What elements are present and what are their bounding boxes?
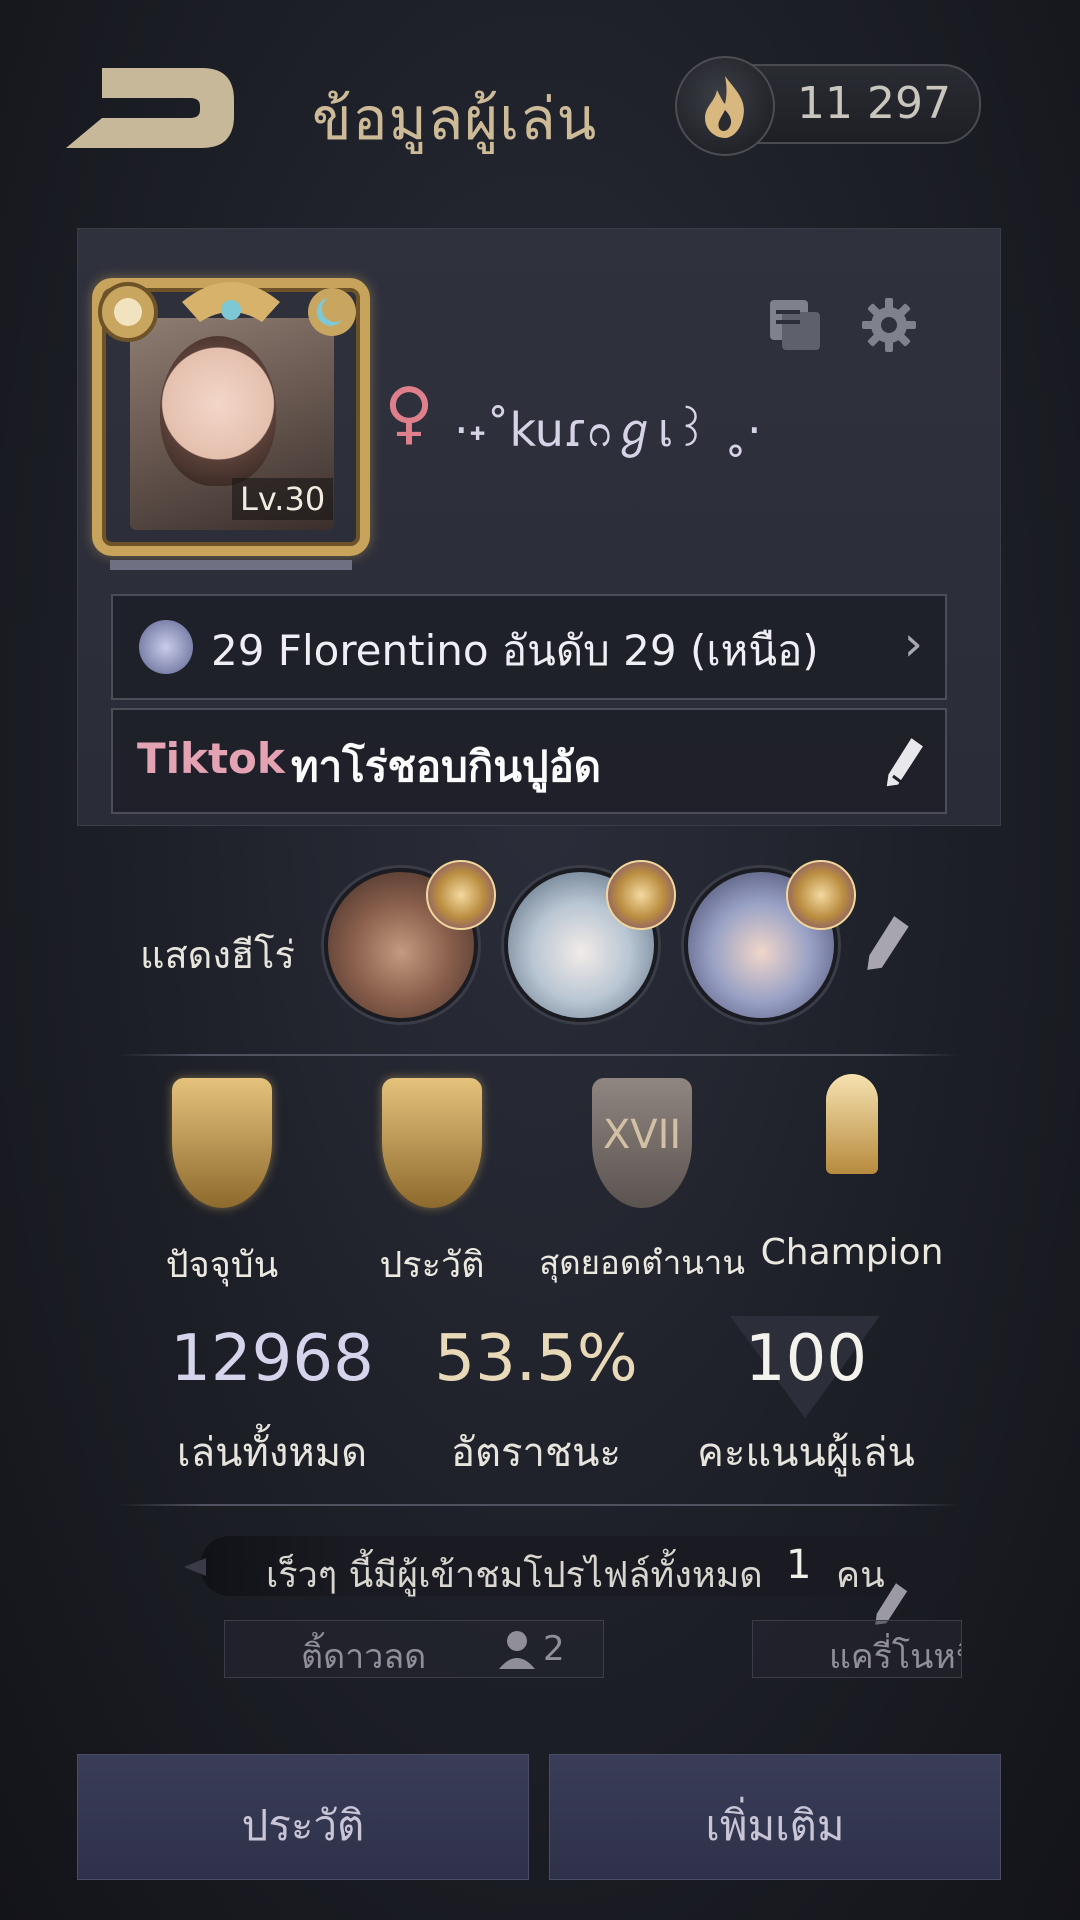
pencil-icon[interactable] [881,732,931,792]
badge-history[interactable] [362,1068,502,1208]
stat-player-score: 100 [744,1322,868,1396]
shield-icon [172,1078,272,1208]
more-button[interactable]: เพิ่มเติม [549,1754,1001,1880]
rank-text: 29 Florentino อันดับ 29 (เหนือ) [211,626,819,675]
crown-ornament-icon [98,282,356,342]
card-list-button[interactable] [766,296,824,354]
back-arrow-icon [66,68,234,148]
page-title: ข้อมูลผู้เล่น [312,85,598,153]
signature-row[interactable]: Tiktok ทาโร่ชอบกินปูอัด [111,708,947,814]
divider [118,1054,960,1056]
gender-female-icon: ♀ [384,374,434,453]
badge-label: ปัจจุบัน [165,1245,279,1286]
heroes-label: แสดงฮีโร่ [140,933,295,977]
edit-heroes-button[interactable] [862,912,916,974]
badge-champion[interactable] [782,1068,922,1208]
settings-button[interactable] [860,296,918,354]
badge-roman-numeral: XVII [602,1112,682,1158]
card-list-icon [770,300,820,350]
badge-legend[interactable]: XVII [572,1068,712,1208]
back-button[interactable] [62,58,242,158]
signature-tag: Tiktok [137,734,285,783]
badge-label: สุดยอดตำนาน [539,1243,745,1282]
hero-crest-icon [786,860,856,930]
rank-emblem-icon [139,620,193,674]
badge-label: ประวัติ [379,1245,485,1286]
history-button[interactable]: ประวัติ [77,1754,529,1880]
stat-win-rate: 53.5% [434,1322,638,1396]
badge-label: Champion [760,1232,944,1273]
flame-icon [675,56,775,156]
player-level: Lv.30 [232,478,334,520]
stat-total-games: 12968 [170,1322,374,1396]
hero-crest-icon [606,860,676,930]
tab-label: ติ้ดาวลด [301,1637,427,1677]
history-button-label: ประวัติ [241,1801,365,1850]
currency-display[interactable]: 11 297 [675,56,981,156]
trophy-icon [826,1074,878,1174]
stat-label: เล่นทั้งหมด [176,1430,368,1476]
hero-crest-icon [426,860,496,930]
divider [118,1504,960,1506]
shield-icon [382,1078,482,1208]
currency-value: 11 297 [797,78,951,129]
more-button-label: เพิ่มเติม [705,1801,845,1850]
hero-portrait-3[interactable] [684,860,856,1022]
visitors-count: 1 [786,1542,812,1588]
tab-count: 2 [543,1629,565,1669]
profile-tab-2[interactable]: แครี่โนหนิ [752,1620,962,1678]
tab-label: แครี่โนหนิ [829,1637,961,1677]
stat-label: อัตราชนะ [451,1430,621,1476]
arrow-left-icon [178,1552,208,1582]
player-nickname: ·˖˚kuɾᦅℊเ꒱ ˳· [454,403,762,457]
user-icon [495,1627,539,1671]
gear-icon [862,298,916,352]
pencil-icon [867,916,909,970]
profile-tab-1[interactable]: ติ้ดาวลด 2 [224,1620,604,1678]
avatar-underline [110,560,352,570]
stat-label: คะแนนผู้เล่น [697,1430,915,1476]
rank-row[interactable]: 29 Florentino อันดับ 29 (เหนือ) › [111,594,947,700]
hero-portrait-1[interactable] [324,860,496,1022]
badge-current[interactable] [152,1068,292,1208]
visitors-text: เร็วๆ นี้มีผู้เข้าชมโปรไฟล์ทั้งหมด [266,1555,763,1596]
signature-text: ทาโร่ชอบกินปูอัด [291,742,602,791]
chevron-right-icon: › [903,616,923,672]
hero-portrait-2[interactable] [504,860,676,1022]
